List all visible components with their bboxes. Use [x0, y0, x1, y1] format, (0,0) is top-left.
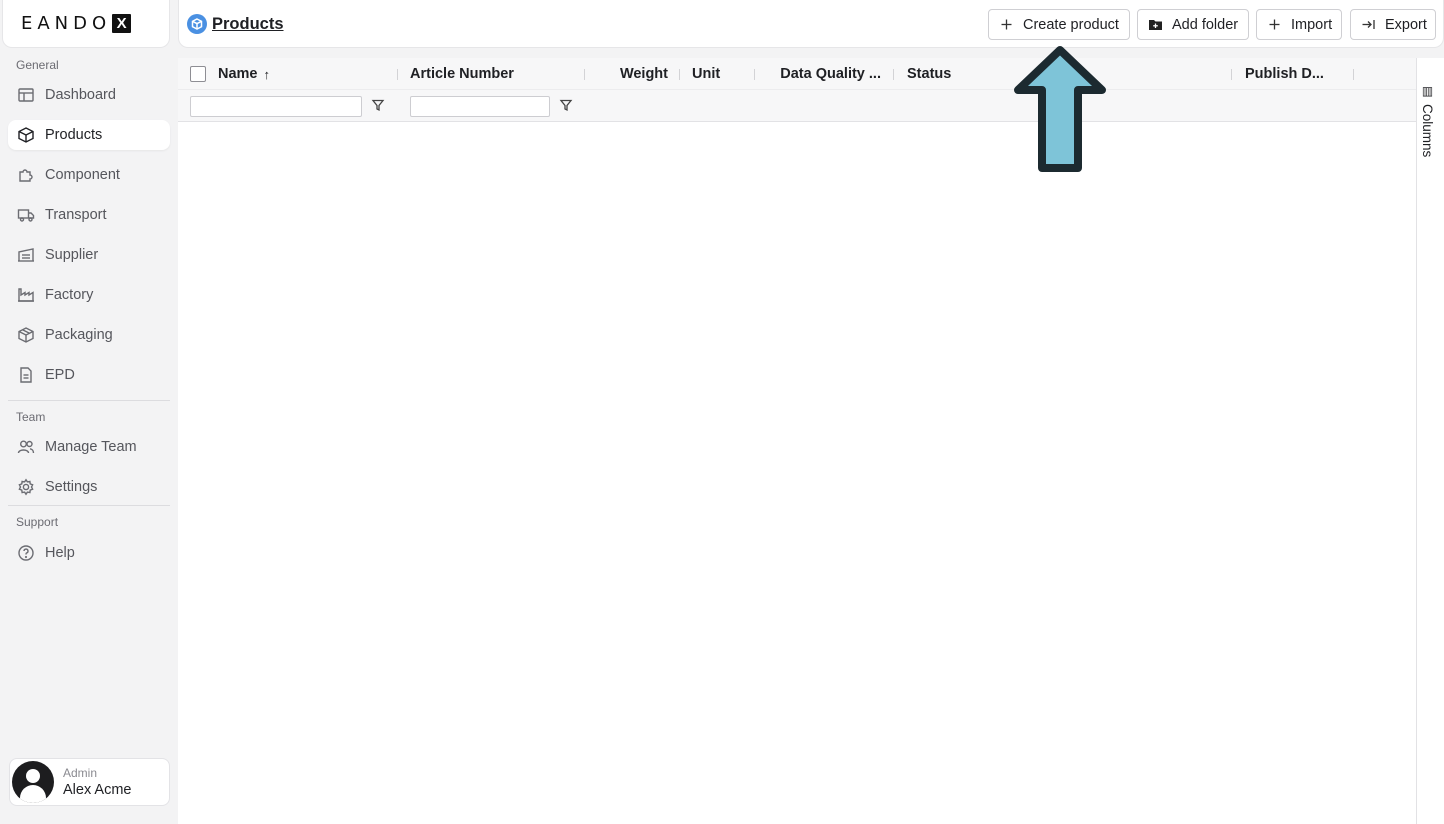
sidebar-item-label: EPD — [45, 367, 75, 383]
column-label: Article Number — [410, 66, 514, 82]
breadcrumb: Products — [187, 14, 284, 34]
section-title-general: General — [16, 58, 59, 72]
plus-icon — [999, 17, 1014, 32]
sidebar-item-manage-team[interactable]: Manage Team — [8, 432, 170, 462]
logo-mark: X — [112, 14, 132, 33]
export-arrow-icon — [1361, 17, 1376, 32]
sidebar-item-label: Settings — [45, 479, 98, 495]
sidebar-item-label: Help — [45, 545, 75, 561]
column-label: Unit — [692, 66, 721, 82]
user-profile[interactable]: Admin Alex Acme — [9, 758, 170, 806]
product-cube-icon — [187, 14, 207, 34]
sidebar-item-label: Dashboard — [45, 87, 116, 103]
column-resize-handle[interactable] — [1231, 69, 1232, 80]
sidebar: EANDO X General Dashboard Products Compo… — [0, 0, 178, 824]
article-number-filter-input[interactable] — [410, 96, 550, 117]
gear-icon — [17, 478, 35, 496]
export-label: Export — [1385, 16, 1427, 33]
create-product-label: Create product — [1023, 16, 1119, 33]
select-all-checkbox[interactable] — [190, 66, 206, 82]
column-header-unit[interactable]: Unit — [692, 58, 752, 90]
column-resize-handle[interactable] — [893, 69, 894, 80]
column-label: Name — [218, 66, 258, 82]
column-header-name[interactable]: Name ↑ — [218, 58, 368, 90]
filter-icon[interactable] — [559, 98, 573, 112]
tutorial-pointer-arrow-icon — [1014, 46, 1106, 172]
avatar — [12, 761, 54, 803]
import-button[interactable]: Import — [1256, 9, 1342, 40]
add-folder-label: Add folder — [1172, 16, 1239, 33]
sidebar-divider — [8, 400, 170, 401]
export-button[interactable]: Export — [1350, 9, 1436, 40]
column-header-article-number[interactable]: Article Number — [410, 58, 580, 90]
sidebar-item-label: Component — [45, 167, 120, 183]
columns-tool-tab[interactable]: ▥ Columns — [1420, 84, 1435, 157]
sidebar-item-packaging[interactable]: Packaging — [8, 320, 170, 350]
user-name: Alex Acme — [63, 781, 132, 798]
sidebar-item-dashboard[interactable]: Dashboard — [8, 80, 170, 110]
page-title[interactable]: Products — [212, 15, 284, 34]
sidebar-item-label: Packaging — [45, 327, 113, 343]
folder-plus-icon — [1148, 17, 1163, 32]
column-resize-handle[interactable] — [397, 69, 398, 80]
column-resize-handle[interactable] — [1353, 69, 1354, 80]
column-resize-handle[interactable] — [679, 69, 680, 80]
truck-icon — [17, 206, 35, 224]
sidebar-item-help[interactable]: Help — [8, 538, 170, 568]
help-icon — [17, 544, 35, 562]
column-label: Weight — [619, 66, 668, 82]
top-bar: Products Create product Add folder Impor… — [178, 0, 1444, 48]
column-header-data-quality[interactable]: Data Quality ... — [768, 58, 881, 90]
column-label: Status — [907, 66, 952, 82]
sort-ascending-icon: ↑ — [263, 66, 271, 82]
sidebar-divider — [8, 505, 170, 506]
warehouse-icon — [17, 246, 35, 264]
column-label: Publish D... — [1245, 66, 1324, 82]
column-header-weight[interactable]: Weight — [598, 58, 668, 90]
sidebar-item-settings[interactable]: Settings — [8, 472, 170, 502]
dashboard-icon — [17, 86, 35, 104]
columns-icon: ▥ — [1420, 84, 1435, 98]
column-resize-handle[interactable] — [754, 69, 755, 80]
sidebar-item-supplier[interactable]: Supplier — [8, 240, 170, 270]
user-role: Admin — [63, 765, 98, 780]
add-folder-button[interactable]: Add folder — [1137, 9, 1249, 40]
columns-tab-label: Columns — [1420, 104, 1435, 158]
puzzle-icon — [17, 166, 35, 184]
table-body — [178, 123, 1416, 823]
filter-icon[interactable] — [371, 98, 385, 112]
sidebar-item-label: Manage Team — [45, 439, 137, 455]
app-root: EANDO X General Dashboard Products Compo… — [0, 0, 1444, 824]
table-filter-row — [178, 90, 1416, 122]
column-label: Data Quality ... — [780, 66, 881, 82]
sidebar-item-products[interactable]: Products — [8, 120, 170, 150]
create-product-button[interactable]: Create product — [988, 9, 1130, 40]
sidebar-item-label: Supplier — [45, 247, 99, 263]
sidebar-item-label: Transport — [45, 207, 107, 223]
sidebar-item-epd[interactable]: EPD — [8, 360, 170, 390]
sidebar-item-label: Factory — [45, 287, 94, 303]
sidebar-item-label: Products — [45, 127, 103, 143]
document-icon — [17, 366, 35, 384]
import-label: Import — [1291, 16, 1333, 33]
sidebar-item-component[interactable]: Component — [8, 160, 170, 190]
logo[interactable]: EANDO X — [2, 0, 170, 48]
logo-text: EANDO — [21, 13, 112, 34]
columns-side-panel: ▥ Columns — [1416, 58, 1444, 824]
factory-icon — [17, 286, 35, 304]
users-icon — [17, 438, 35, 456]
section-title-team: Team — [16, 410, 46, 424]
table-header-row: Name ↑ Article Number Weight Unit Data Q… — [178, 58, 1416, 90]
box-icon — [17, 126, 35, 144]
sidebar-item-transport[interactable]: Transport — [8, 200, 170, 230]
sidebar-item-factory[interactable]: Factory — [8, 280, 170, 310]
package-icon — [17, 326, 35, 344]
products-table: Name ↑ Article Number Weight Unit Data Q… — [178, 58, 1416, 824]
column-header-publish-date[interactable]: Publish D... — [1245, 58, 1345, 90]
column-resize-handle[interactable] — [584, 69, 585, 80]
section-title-support: Support — [16, 515, 59, 529]
name-filter-input[interactable] — [190, 96, 362, 117]
plus-icon — [1267, 17, 1282, 32]
